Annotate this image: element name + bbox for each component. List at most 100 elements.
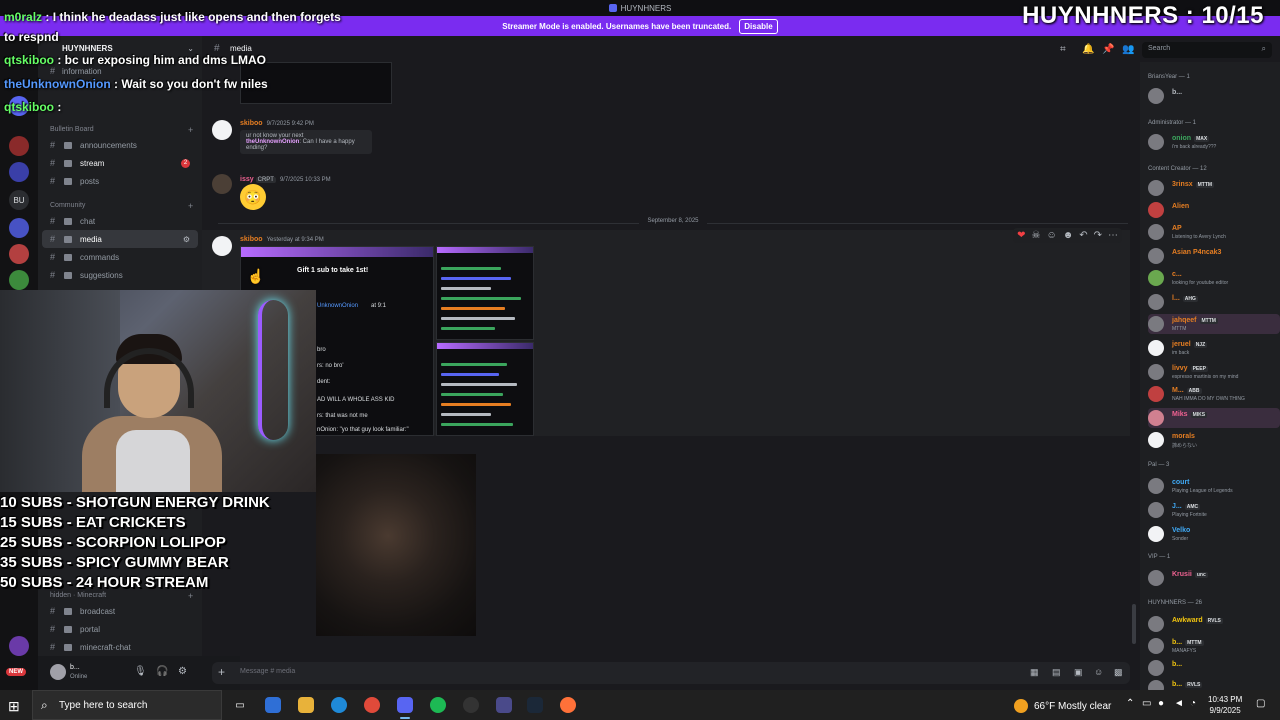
message-author[interactable]: skiboo Yesterday at 9:34 PM: [240, 236, 324, 243]
apps-icon[interactable]: ▩: [1114, 667, 1123, 678]
message-author[interactable]: skiboo 9/7/2025 9:42 PM: [240, 120, 314, 127]
member-item[interactable]: Awkward RVLS: [1148, 614, 1280, 634]
threads-icon[interactable]: ⌗: [1060, 44, 1066, 55]
headphones-icon[interactable]: 🎧: [156, 666, 168, 677]
steam-icon[interactable]: [527, 697, 543, 713]
avatar[interactable]: [50, 664, 66, 680]
obs-icon[interactable]: [463, 697, 479, 713]
windows-start-icon[interactable]: ⊞: [8, 698, 20, 715]
member-item[interactable]: AP Listening to Avery Lynch: [1148, 222, 1280, 242]
gif-icon[interactable]: ▤: [1052, 667, 1061, 678]
message-input[interactable]: + Message # media ▦ ▤ ▣ ☺ ▩: [212, 662, 1130, 684]
add-reaction-icon[interactable]: ☻: [1063, 230, 1074, 241]
attachment-photo[interactable]: [316, 454, 476, 636]
member-item[interactable]: b...: [1148, 86, 1280, 106]
member-item[interactable]: jahqeef MTTM MTTM: [1148, 314, 1280, 334]
emoji-icon[interactable]: ☺: [1094, 667, 1103, 677]
add-channel-icon[interactable]: +: [188, 201, 193, 211]
discord-icon[interactable]: [397, 697, 413, 719]
gift-icon[interactable]: ▦: [1030, 667, 1039, 678]
chevron-down-icon[interactable]: ⌄: [187, 44, 194, 53]
wifi-icon[interactable]: ◔: [1190, 698, 1196, 709]
server-icon[interactable]: [9, 244, 29, 264]
tray-overflow-icon[interactable]: ⌃: [1126, 698, 1134, 709]
member-item[interactable]: Velko Sonder: [1148, 524, 1280, 544]
network-icon[interactable]: ▭: [1142, 698, 1151, 709]
channel-media[interactable]: # media ⚙: [42, 230, 198, 248]
members-icon[interactable]: 👥: [1122, 44, 1134, 55]
server-icon[interactable]: [9, 136, 29, 156]
category-community[interactable]: Community +: [50, 201, 193, 211]
add-channel-icon[interactable]: +: [188, 591, 193, 601]
embedded-reply[interactable]: ur not know your next theUnknownOnion: C…: [240, 130, 372, 154]
member-item[interactable]: c... looking for youtube editor: [1148, 268, 1280, 288]
avatar[interactable]: [212, 236, 232, 256]
member-item[interactable]: livvy PEEP espresso martinis on my mind: [1148, 362, 1280, 382]
reply-icon[interactable]: ↶: [1079, 230, 1087, 241]
channel-broadcast[interactable]: # broadcast: [42, 602, 198, 620]
server-icon[interactable]: [9, 270, 29, 290]
mic-icon[interactable]: ●: [1158, 698, 1164, 709]
add-attachment-icon[interactable]: +: [218, 665, 225, 679]
copilot-icon[interactable]: [265, 697, 281, 713]
notifications-icon[interactable]: ▢: [1256, 698, 1265, 709]
weather-widget[interactable]: 66°F Mostly clear: [1014, 699, 1111, 713]
microphone-icon[interactable]: 🎙: [134, 666, 147, 677]
member-item[interactable]: jeruel NJZ im back: [1148, 338, 1280, 358]
scrollbar[interactable]: [1132, 604, 1136, 644]
member-item[interactable]: 3rinsx MTTM: [1148, 178, 1280, 198]
taskbar-clock[interactable]: 10:43 PM 9/9/2025: [1208, 694, 1242, 716]
member-item[interactable]: Alien: [1148, 200, 1280, 220]
sticker-icon[interactable]: ▣: [1074, 667, 1083, 678]
channel-announcements[interactable]: # announcements: [42, 136, 198, 154]
channel-posts[interactable]: # posts: [42, 172, 198, 190]
gear-icon[interactable]: ⚙: [178, 666, 187, 677]
member-item[interactable]: J... AMC Playing Fortnite: [1148, 500, 1280, 520]
volume-icon[interactable]: ◄: [1174, 698, 1184, 709]
member-item[interactable]: court Playing League of Legends: [1148, 476, 1280, 496]
category-minecraft[interactable]: hidden · Minecraft +: [50, 591, 193, 601]
member-item[interactable]: morals 諦めらない: [1148, 430, 1280, 450]
channel-stream[interactable]: # stream 2: [42, 154, 198, 172]
member-item[interactable]: Miks MIKS: [1148, 408, 1280, 428]
chrome-icon[interactable]: [364, 697, 380, 713]
channel-portal[interactable]: # portal: [42, 620, 198, 638]
server-name[interactable]: HUYNHNERS: [62, 44, 113, 53]
server-icon[interactable]: [9, 162, 29, 182]
member-item[interactable]: M... ABB NAH IMMA DO MY OWN THING: [1148, 384, 1280, 404]
attachment-screenshot[interactable]: [436, 342, 534, 436]
member-item[interactable]: onion MAX i'm back already???: [1148, 132, 1280, 152]
bell-icon[interactable]: 🔔: [1082, 44, 1094, 55]
pin-icon[interactable]: 📌: [1102, 44, 1114, 55]
server-bu[interactable]: BU: [9, 190, 29, 210]
taskbar-search-input[interactable]: ⌕ Type here to search: [32, 690, 222, 720]
channel-suggestions[interactable]: # suggestions: [42, 266, 198, 284]
member-item[interactable]: b...: [1148, 658, 1280, 678]
member-item[interactable]: Asian P4ncak3: [1148, 246, 1280, 266]
server-icon[interactable]: [9, 218, 29, 238]
member-item[interactable]: Krusii unc: [1148, 568, 1280, 588]
gear-icon[interactable]: ⚙: [183, 235, 190, 244]
forward-icon[interactable]: ↷: [1094, 230, 1102, 241]
spotify-icon[interactable]: [430, 697, 446, 713]
member-item[interactable]: l... AHG: [1148, 292, 1280, 312]
emoji-reaction-icon[interactable]: ☺: [1046, 230, 1056, 241]
member-item[interactable]: b... MTTM MANAFYS: [1148, 636, 1280, 656]
file-explorer-icon[interactable]: [298, 697, 314, 713]
channel-commands[interactable]: # commands: [42, 248, 198, 266]
avatar[interactable]: [212, 174, 232, 194]
channel-minecraft-chat[interactable]: # minecraft-chat: [42, 638, 198, 656]
skull-reaction-icon[interactable]: ☠: [1032, 230, 1041, 241]
message-author[interactable]: issy CRPT 9/7/2025 10:33 PM: [240, 176, 331, 183]
avatar[interactable]: [212, 120, 232, 140]
server-icon[interactable]: [9, 636, 29, 656]
app-icon[interactable]: [496, 697, 512, 713]
attachment-screenshot[interactable]: [436, 246, 534, 340]
channel-chat[interactable]: # chat: [42, 212, 198, 230]
member-item[interactable]: b... RVLS: [1148, 678, 1280, 690]
search-input[interactable]: Search ⌕: [1142, 42, 1272, 58]
heart-reaction-icon[interactable]: ❤: [1017, 230, 1025, 241]
firefox-icon[interactable]: [560, 697, 576, 713]
more-icon[interactable]: ⋯: [1108, 230, 1118, 241]
task-view-icon[interactable]: ▭: [232, 697, 248, 713]
